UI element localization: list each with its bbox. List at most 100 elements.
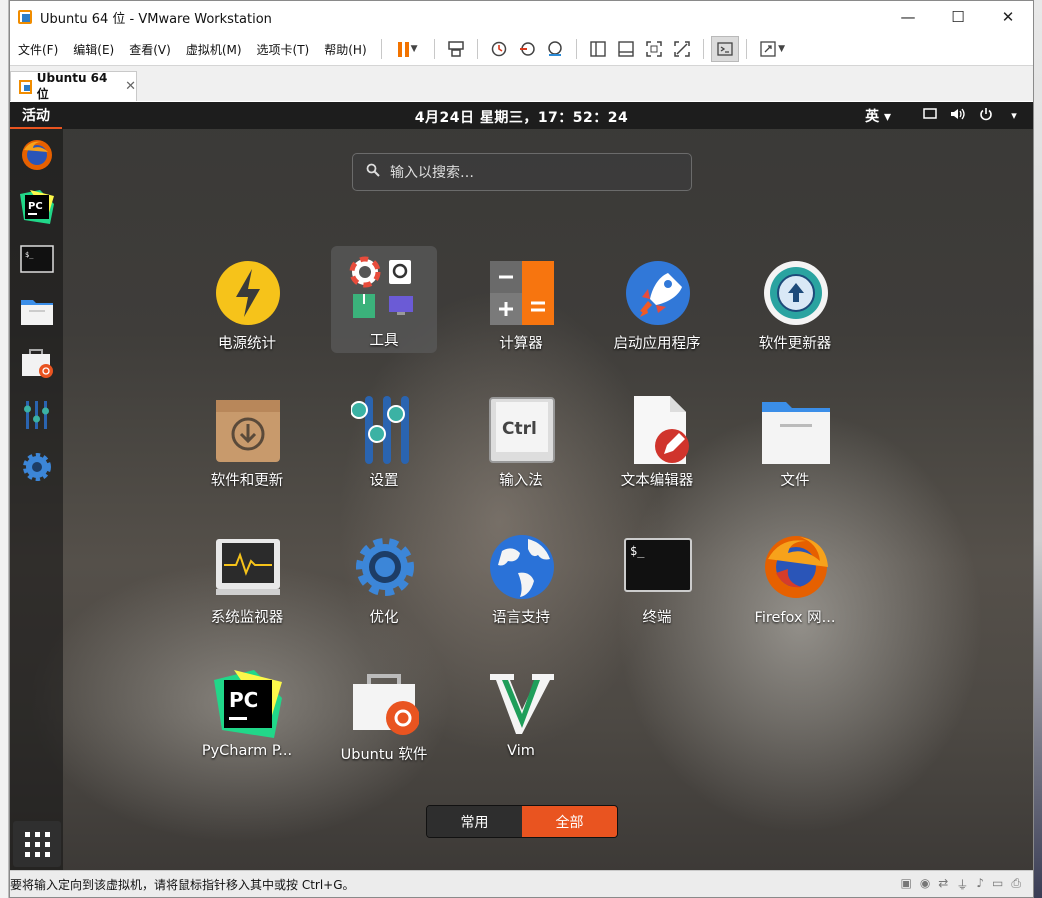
dock-files[interactable] (19, 293, 55, 329)
dock-settings[interactable] (19, 449, 55, 485)
chevron-down-icon: ▼ (410, 44, 418, 54)
sliders-icon (24, 401, 49, 429)
dock-pycharm[interactable]: PC (19, 189, 55, 225)
console-view-icon (716, 42, 733, 56)
app-ubuntu-software[interactable]: Ubuntu 软件 (319, 663, 449, 771)
minimize-button[interactable]: — (883, 1, 933, 33)
pause-button[interactable]: ▼ (389, 36, 427, 62)
app-startup-applications[interactable]: 启动应用程序 (592, 252, 722, 360)
menu-file[interactable]: 文件(F) (10, 41, 65, 58)
display-icon[interactable]: ▭ (992, 876, 1003, 893)
menu-edit[interactable]: 编辑(E) (65, 41, 121, 58)
power-icon[interactable] (975, 107, 997, 125)
window-title: Ubuntu 64 位 - VMware Workstation (40, 11, 272, 27)
chevron-down-icon[interactable]: ▾ (1003, 109, 1025, 122)
app-text-editor[interactable]: 文本编辑器 (592, 389, 722, 497)
sound-icon[interactable]: ♪ (976, 876, 984, 893)
app-input-method[interactable]: Ctrl 输入法 (456, 389, 586, 497)
pycharm-icon: PC (20, 190, 54, 224)
app-system-monitor[interactable]: 系统监视器 (182, 526, 312, 634)
thumbnail-view-button[interactable] (612, 36, 640, 62)
tab-frequent[interactable]: 常用 (427, 806, 522, 837)
gear-icon (356, 538, 414, 596)
app-vim[interactable]: Vim (456, 663, 586, 771)
tab-all[interactable]: 全部 (522, 806, 617, 837)
globe-icon (490, 535, 554, 599)
app-calculator[interactable]: 计算器 (456, 252, 586, 360)
ctrl-key-icon: Ctrl (489, 397, 555, 463)
dock-terminal[interactable]: $_ (19, 241, 55, 277)
app-software-updater[interactable]: 软件更新器 (730, 252, 860, 360)
snapshot-manager-icon (547, 41, 562, 56)
app-files[interactable]: 文件 (730, 389, 860, 497)
app-firefox[interactable]: Firefox 网... (730, 526, 860, 634)
fullscreen-icon (645, 41, 662, 57)
search-field[interactable]: 输入以搜索… (352, 153, 692, 191)
tools-folder-icon (349, 256, 413, 318)
screen-icon[interactable] (919, 107, 941, 124)
tab-ubuntu-64[interactable]: Ubuntu 64 位 ✕ (10, 71, 137, 101)
host-desktop-right (1034, 0, 1042, 898)
show-applications-button[interactable] (13, 821, 61, 867)
printer-icon[interactable]: ⎙ (1011, 876, 1021, 893)
rocket-icon (626, 261, 690, 325)
clock[interactable]: 4月24日 星期三，17：52：24 (415, 110, 629, 126)
library-view-button[interactable] (584, 36, 612, 62)
ctrl-key-label: Ctrl (502, 419, 537, 439)
pycharm-icon: PC (214, 670, 282, 738)
status-message: 要将输入定向到该虚拟机，请将鼠标指针移入其中或按 Ctrl+G。 (10, 877, 355, 892)
thumbnail-view-icon (617, 41, 634, 57)
tab-close-icon[interactable]: ✕ (125, 79, 136, 94)
dock-ubuntu-software[interactable] (19, 345, 55, 381)
dock-tweaks[interactable] (19, 397, 55, 433)
activities-button[interactable]: 活动 (10, 102, 62, 129)
hard-disk-icon[interactable]: ▣ (900, 876, 911, 893)
app-terminal[interactable]: $_ 终端 (592, 526, 722, 634)
app-language-support[interactable]: 语言支持 (456, 526, 586, 634)
unity-button[interactable] (668, 36, 696, 62)
app-settings[interactable]: 设置 (319, 389, 449, 497)
stretch-guest-button[interactable]: ▼ (754, 36, 792, 62)
app-software-and-updates[interactable]: 软件和更新 (182, 389, 312, 497)
gear-icon (23, 453, 51, 481)
volume-icon[interactable] (947, 107, 969, 125)
send-ctrl-alt-del-button[interactable] (442, 36, 470, 62)
app-tweaks[interactable]: 优化 (319, 526, 449, 634)
title-bar: Ubuntu 64 位 - VMware Workstation — ☐ ✕ (10, 1, 1033, 33)
snapshot-manager-button[interactable] (541, 36, 569, 62)
console-view-button[interactable] (710, 36, 739, 62)
stretch-guest-icon (760, 41, 776, 57)
dock-firefox[interactable] (19, 137, 55, 173)
system-tray: 英 ▾ ▾ (865, 102, 1033, 129)
input-method-indicator[interactable]: 英 ▾ (865, 106, 891, 126)
menu-vm[interactable]: 虚拟机(M) (178, 41, 249, 58)
usb-icon[interactable]: ⏚ (956, 876, 968, 893)
folder-icon (21, 300, 53, 325)
snapshot-revert-button[interactable] (513, 36, 541, 62)
cd-drive-icon[interactable]: ◉ (920, 876, 930, 893)
close-button[interactable]: ✕ (983, 1, 1033, 33)
snapshot-revert-icon (519, 42, 535, 56)
menu-help[interactable]: 帮助(H) (316, 41, 373, 58)
ubuntu-dock: PC $_ (10, 129, 63, 870)
calculator-icon (490, 261, 554, 325)
app-folder-tools[interactable]: 工具 (331, 246, 437, 353)
text-editor-icon (634, 396, 689, 464)
toolbar-separator (702, 39, 704, 59)
maximize-button[interactable]: ☐ (933, 1, 983, 33)
terminal-prompt: $_ (630, 544, 645, 558)
fullscreen-button[interactable] (640, 36, 668, 62)
menu-view[interactable]: 查看(V) (121, 41, 178, 58)
guest-screen[interactable]: 活动 4月24日 星期三，17：52：24 英 ▾ ▾ PC $_ 输入以搜索…… (10, 102, 1033, 870)
toolbar-separator (433, 39, 435, 59)
app-power-statistics[interactable]: 电源统计 (182, 252, 312, 360)
terminal-icon: $_ (20, 245, 54, 273)
menu-tabs[interactable]: 选项卡(T) (249, 41, 317, 58)
pause-icon (397, 41, 409, 57)
library-view-icon (589, 41, 606, 57)
snapshot-take-button[interactable] (485, 36, 513, 62)
search-icon (366, 163, 380, 181)
network-icon[interactable]: ⇄ (938, 876, 948, 893)
app-pycharm[interactable]: PC PyCharm P... (182, 663, 312, 771)
tab-label: Ubuntu 64 位 (36, 71, 108, 101)
